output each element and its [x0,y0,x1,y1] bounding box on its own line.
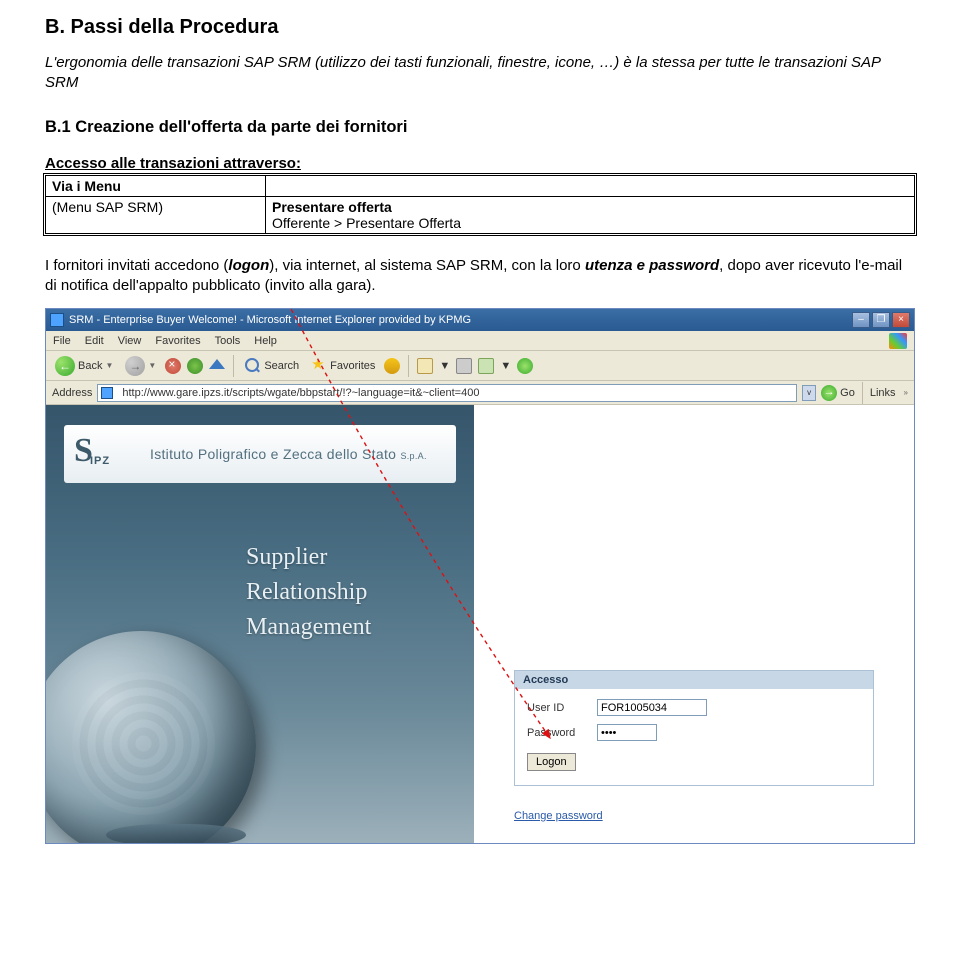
table-cell: Presentare offerta Offerente > Presentar… [266,196,915,233]
toolbar-divider [408,355,409,377]
desc-credentials: utenza e password [585,257,719,274]
toolbar-divider [233,355,234,377]
globe-stand [106,824,246,843]
login-header: Accesso [515,671,873,689]
forward-button[interactable]: → ▼ [122,354,159,378]
address-input[interactable]: http://www.gare.ipzs.it/scripts/wgate/bb… [97,384,797,402]
links-chevron-icon: » [904,388,908,397]
menu-help[interactable]: Help [254,335,277,347]
ie-titlebar: SRM - Enterprise Buyer Welcome! - Micros… [46,309,914,331]
srm-title: Supplier Relationship Management [246,540,371,644]
back-arrow-icon: ← [55,356,75,376]
address-dropdown[interactable]: v [802,385,816,401]
desc-text: ), via internet, al sistema SAP SRM, con… [269,257,585,274]
login-panel: Accesso User ID Password Logon Change pa… [474,405,914,822]
desc-text: I fornitori invitati accedono ( [45,257,228,274]
left-banner-panel: SIPZ Istituto Poligrafico e Zecca dello … [46,405,474,843]
go-button[interactable]: → Go [821,385,855,401]
stop-icon[interactable] [165,358,181,374]
menu-favorites[interactable]: Favorites [155,335,200,347]
table-cell-bold: Presentare offerta [272,199,392,215]
menu-tools[interactable]: Tools [215,335,241,347]
menu-file[interactable]: File [53,335,71,347]
address-url: http://www.gare.ipzs.it/scripts/wgate/bb… [122,387,479,399]
favorites-label: Favorites [330,360,375,372]
table-header-cell [266,175,915,196]
access-label: Accesso alle transazioni attraverso: [45,155,915,172]
search-button[interactable]: Search [242,356,302,376]
links-label[interactable]: Links [870,387,896,399]
table-cell: (Menu SAP SRM) [46,196,266,233]
ie-content: SIPZ Istituto Poligrafico e Zecca dello … [46,405,914,843]
maximize-button[interactable]: ❐ [872,312,890,328]
print-icon[interactable] [456,358,472,374]
desc-logon-word: logon [228,257,269,274]
history-icon[interactable] [384,358,400,374]
chevron-down-icon: ▼ [439,360,450,372]
userid-input[interactable] [597,699,707,716]
address-label: Address [52,387,92,399]
table-header-cell: Via i Menu [46,175,266,196]
login-box: Accesso User ID Password Logon [514,670,874,786]
back-button[interactable]: ← Back ▼ [52,354,116,378]
back-label: Back [78,360,102,372]
menu-edit[interactable]: Edit [85,335,104,347]
globe-image [46,631,256,843]
go-icon: → [821,385,837,401]
userid-label: User ID [527,702,587,714]
password-input[interactable] [597,724,657,741]
favorites-button[interactable]: ★ Favorites [308,356,378,376]
page-icon [101,387,113,399]
ipzs-logo-icon: SIPZ [74,432,132,476]
chevron-down-icon: ▼ [105,361,113,370]
chevron-down-icon: ▼ [148,361,156,370]
ie-title-text: SRM - Enterprise Buyer Welcome! - Micros… [69,314,852,326]
toolbar-divider [862,382,863,404]
ie-addressbar: Address http://www.gare.ipzs.it/scripts/… [46,381,914,405]
org-name: Istituto Poligrafico e Zecca dello Stato… [150,446,427,462]
close-button[interactable]: × [892,312,910,328]
home-icon[interactable] [209,359,225,369]
messenger-icon[interactable] [517,358,533,374]
search-label: Search [264,360,299,372]
go-label: Go [840,387,855,399]
password-label: Password [527,727,587,739]
change-password-link[interactable]: Change password [514,810,894,822]
sub-heading: B.1 Creazione dell'offerta da parte dei … [45,118,915,137]
access-table: Via i Menu (Menu SAP SRM) Presentare off… [45,175,915,234]
mail-icon[interactable] [417,358,433,374]
search-icon [245,358,261,374]
forward-arrow-icon: → [125,356,145,376]
edit-icon[interactable] [478,358,494,374]
description-paragraph: I fornitori invitati accedono (logon), v… [45,256,915,297]
minimize-button[interactable]: – [852,312,870,328]
ie-window: SRM - Enterprise Buyer Welcome! - Micros… [45,308,915,844]
page-title: B. Passi della Procedura [45,16,915,39]
chevron-down-icon: ▼ [500,360,511,372]
ie-throbber-icon [889,333,907,349]
ie-toolbar: ← Back ▼ → ▼ Search ★ Favorites ▼ ▼ [46,351,914,381]
intro-paragraph: L'ergonomia delle transazioni SAP SRM (u… [45,53,915,94]
table-cell-line: Offerente > Presentare Offerta [272,215,461,231]
menu-view[interactable]: View [118,335,142,347]
logon-button[interactable]: Logon [527,753,576,771]
ie-app-icon [50,313,64,327]
ie-menubar: File Edit View Favorites Tools Help [46,331,914,351]
star-icon: ★ [311,358,327,374]
org-banner: SIPZ Istituto Poligrafico e Zecca dello … [64,425,456,483]
refresh-icon[interactable] [187,358,203,374]
